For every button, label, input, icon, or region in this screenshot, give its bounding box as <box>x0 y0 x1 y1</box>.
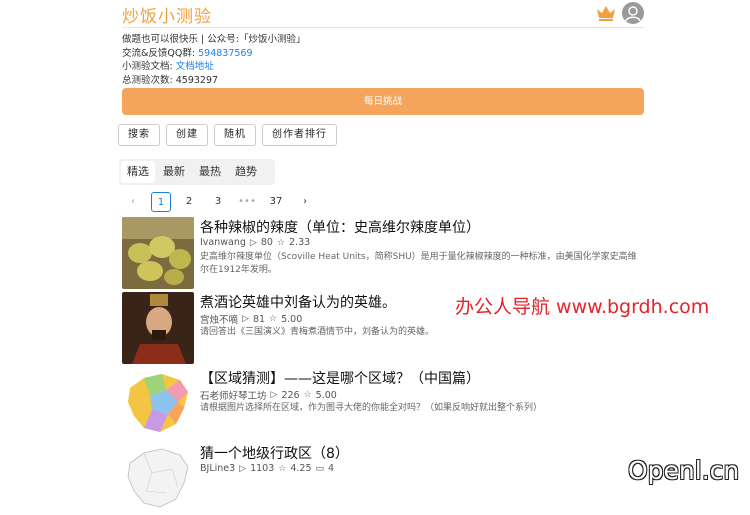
play-count: 80 <box>260 237 273 248</box>
page-ellipsis[interactable]: ••• <box>236 192 258 212</box>
quiz-title[interactable]: 煮酒论英雄中刘备认为的英雄。 <box>200 292 396 312</box>
header: 炒饭小测验 <box>122 0 644 28</box>
count-value: 4593297 <box>175 74 219 86</box>
rating: 5.00 <box>315 389 337 401</box>
quiz-description: 请回答出《三国演义》青梅煮酒情节中，刘备认为的英雄。 <box>200 327 435 337</box>
star-icon: ☆ <box>278 463 287 474</box>
tab-featured[interactable]: 精选 <box>121 161 155 183</box>
docs-label: 小测验文档: <box>122 61 173 72</box>
quiz-title[interactable]: 猜一个地级行政区（8） <box>200 443 349 463</box>
rating: 4.25 <box>290 463 312 474</box>
quiz-meta: Ivanwang ▷ 80 ☆ 2.33 <box>200 237 310 248</box>
page-1[interactable]: 1 <box>151 192 171 212</box>
play-count: 81 <box>252 313 266 325</box>
avatar-icon[interactable] <box>622 2 644 24</box>
random-button[interactable]: 随机 <box>214 124 256 146</box>
quiz-thumbnail[interactable] <box>122 292 194 364</box>
crown-icon[interactable] <box>596 4 616 22</box>
site-watermark: 办公人导航 www.bgrdh.com <box>455 296 710 318</box>
rating: 2.33 <box>289 237 311 248</box>
comment-count: 4 <box>328 463 335 474</box>
play-count: 226 <box>281 389 300 401</box>
qq-group-link[interactable]: 594837569 <box>198 48 252 59</box>
page-3[interactable]: 3 <box>207 192 229 212</box>
tab-latest[interactable]: 最新 <box>157 161 191 183</box>
author-name[interactable]: 石老师好琴工坊 <box>200 388 267 402</box>
tab-trending[interactable]: 趋势 <box>229 161 263 183</box>
author-name[interactable]: 宫烛不嘀 <box>200 312 238 326</box>
next-page-icon[interactable]: › <box>294 192 316 212</box>
slogan: 做题也可以很快乐 | 公众号:「炒饭小测验」 <box>122 34 306 45</box>
page-2[interactable]: 2 <box>178 192 200 212</box>
count-label: 总测验次数: <box>122 74 173 86</box>
play-icon: ▷ <box>249 237 257 248</box>
quiz-thumbnail[interactable] <box>122 443 194 515</box>
star-icon: ☆ <box>269 314 278 324</box>
rating: 5.00 <box>281 313 303 325</box>
quiz-description: 史高维尔辣度单位（Scoville Heat Units，简称SHU）是用于量化… <box>200 252 637 275</box>
author-name[interactable]: BJLine3 <box>200 463 235 474</box>
create-button[interactable]: 创建 <box>166 124 208 146</box>
quiz-meta: 石老师好琴工坊 ▷ 226 ☆ 5.00 <box>200 388 337 403</box>
pagination: ‹ 1 2 3 ••• 37 › <box>122 192 323 212</box>
star-icon: ☆ <box>276 237 286 248</box>
quiz-description: 请根据图片选择所在区域，作为图寻大佬的你能全对吗？（如果反响好就出整个系列） <box>200 403 543 413</box>
quiz-thumbnail[interactable] <box>122 217 194 289</box>
play-icon: ▷ <box>270 390 278 400</box>
quiz-thumbnail[interactable] <box>122 368 194 440</box>
quiz-meta: BJLine3 ▷ 1103 ☆ 4.25 ▭ 4 <box>200 463 334 474</box>
play-count: 1103 <box>250 463 275 474</box>
page-37[interactable]: 37 <box>265 192 287 212</box>
play-icon: ▷ <box>242 314 249 324</box>
quiz-meta: 宫烛不嘀 ▷ 81 ☆ 5.00 <box>200 312 303 327</box>
author-name[interactable]: Ivanwang <box>200 237 246 248</box>
site-info: 做题也可以很快乐 | 公众号:「炒饭小测验」 交流&反馈QQ群: 5948375… <box>122 33 305 87</box>
prev-page-icon[interactable]: ‹ <box>122 192 144 212</box>
sort-tabs: 精选 最新 最热 趋势 <box>119 159 275 185</box>
tab-hottest[interactable]: 最热 <box>193 161 227 183</box>
action-buttons: 搜索 创建 随机 创作者排行 <box>118 124 337 146</box>
brand-watermark: Openl.cn <box>628 456 740 485</box>
creator-ranking-button[interactable]: 创作者排行 <box>262 124 337 146</box>
search-button[interactable]: 搜索 <box>118 124 160 146</box>
quiz-title[interactable]: 【区域猜测】——这是哪个区域？（中国篇） <box>200 368 480 388</box>
quiz-title[interactable]: 各种辣椒的辣度（单位：史高维尔辣度单位） <box>200 217 480 237</box>
play-icon: ▷ <box>239 463 247 474</box>
qq-label: 交流&反馈QQ群: <box>122 47 196 59</box>
site-logo[interactable]: 炒饭小测验 <box>122 2 212 27</box>
comment-icon: ▭ <box>315 463 325 474</box>
daily-challenge-button[interactable]: 每日挑战 <box>122 88 644 115</box>
star-icon: ☆ <box>303 390 312 400</box>
docs-link[interactable]: 文档地址 <box>176 61 214 72</box>
